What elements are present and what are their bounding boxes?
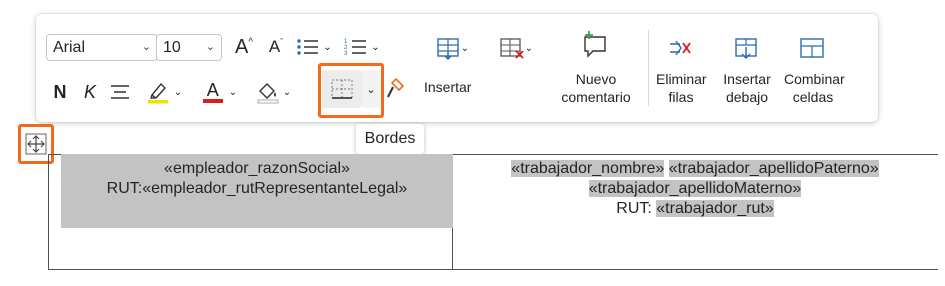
grow-font-button[interactable]: A ^ xyxy=(232,34,256,60)
insert-label[interactable]: Insertar xyxy=(424,78,480,96)
font-size-dropdown[interactable]: 10 ⌄ xyxy=(156,34,222,61)
italic-button[interactable]: K xyxy=(80,78,100,106)
numbering-button[interactable]: 1 2 3 ⌄ xyxy=(342,34,382,60)
worker-surname2-field: «trabajador_apellidoMaterno» xyxy=(588,180,802,197)
bold-icon: N xyxy=(53,81,67,102)
floating-toolbar: Arial ⌄ 10 ⌄ A ^ Aˇ ⌄ 1 2 3 ⌄ N K ⌄ A ⌄ … xyxy=(36,14,878,122)
document-table: «empleador_razonSocial» RUT:«empleador_r… xyxy=(48,154,938,274)
insert-below-line2: debajo xyxy=(725,89,769,105)
chevron-down-icon: ⌄ xyxy=(228,86,238,98)
insert-below-icon xyxy=(735,38,757,59)
align-center-icon xyxy=(111,85,129,99)
chevron-down-icon: ⌄ xyxy=(205,41,215,53)
borders-highlight-frame xyxy=(318,63,384,118)
insert-above-button[interactable]: ⌄ xyxy=(430,34,474,62)
merge-cells-label[interactable]: Combinar celdas xyxy=(784,70,845,106)
worker-name-field: «trabajador_nombre» xyxy=(511,160,665,177)
merge-cells-icon xyxy=(800,38,824,58)
bullets-button[interactable]: ⌄ xyxy=(294,34,334,60)
new-comment-icon-button[interactable] xyxy=(570,26,620,62)
numbered-list-icon: 1 2 3 xyxy=(344,39,367,57)
chevron-down-icon: ⌄ xyxy=(282,86,292,98)
chevron-down-icon: ⌄ xyxy=(371,41,380,53)
delete-rows-icon xyxy=(670,40,691,56)
format-painter-icon xyxy=(387,77,405,98)
shrink-font-button[interactable]: Aˇ xyxy=(264,34,288,60)
bullet-list-icon xyxy=(297,39,319,55)
employer-rut-field: «empleador_rutRepresentanteLegal» xyxy=(142,180,408,197)
shrink-font-icon: A xyxy=(268,37,281,56)
new-comment-icon xyxy=(584,31,606,58)
font-name-dropdown[interactable]: Arial ⌄ xyxy=(46,34,158,61)
highlighter-icon xyxy=(147,82,168,104)
worker-surname1-field: «trabajador_apellidoPaterno» xyxy=(668,160,879,177)
new-comment-line1: Nuevo xyxy=(575,71,617,87)
merge-cells-line2: celdas xyxy=(792,89,834,105)
delete-rows-line1: Eliminar xyxy=(656,71,707,87)
insert-below-line1: Insertar xyxy=(723,71,771,87)
font-color-icon: A xyxy=(202,81,223,103)
new-comment-line2: comentario xyxy=(561,89,631,105)
table-cell-worker[interactable]: «trabajador_nombre» «trabajador_apellido… xyxy=(454,154,936,228)
format-painter-button[interactable] xyxy=(382,76,408,102)
employer-name-field: «empleador_razonSocial» xyxy=(164,160,350,177)
italic-icon: K xyxy=(83,81,96,102)
font-color-button[interactable]: A ⌄ xyxy=(196,78,244,106)
delete-table-icon xyxy=(500,38,524,59)
table-bottom-border xyxy=(48,269,938,270)
table-cell-employer[interactable]: «empleador_razonSocial» RUT:«empleador_r… xyxy=(61,154,453,228)
shading-button[interactable]: ⌄ xyxy=(248,78,298,106)
move-arrows-icon xyxy=(25,133,47,155)
align-button[interactable] xyxy=(106,78,134,106)
bold-button[interactable]: N xyxy=(50,78,70,106)
svg-text:3: 3 xyxy=(344,51,348,57)
font-name-value: Arial xyxy=(53,39,86,56)
merge-cells-icon-button[interactable] xyxy=(792,34,832,62)
delete-table-button[interactable]: ⌄ xyxy=(494,34,538,62)
chevron-down-icon: ⌄ xyxy=(173,86,183,98)
delete-rows-line2: filas xyxy=(668,89,694,105)
grow-font-icon: A xyxy=(234,35,249,58)
merge-cells-line1: Combinar xyxy=(784,71,845,87)
chevron-down-icon: ⌄ xyxy=(524,42,534,54)
table-left-border xyxy=(48,154,49,270)
insert-below-label[interactable]: Insertar debajo xyxy=(720,70,774,106)
chevron-down-icon: ⌄ xyxy=(460,42,470,54)
chevron-down-icon: ⌄ xyxy=(323,41,332,53)
new-comment-label[interactable]: Nuevo comentario xyxy=(554,70,638,106)
insert-table-icon xyxy=(437,38,459,60)
delete-rows-icon-button[interactable] xyxy=(660,34,700,62)
worker-rut-label: RUT: xyxy=(616,200,657,217)
font-size-value: 10 xyxy=(163,39,181,56)
worker-rut-field: «trabajador_rut» xyxy=(656,200,774,217)
paint-bucket-icon xyxy=(257,83,279,104)
separator xyxy=(648,30,649,106)
chevron-down-icon: ⌄ xyxy=(141,41,151,53)
delete-rows-label[interactable]: Eliminar filas xyxy=(656,70,707,106)
borders-tooltip: Bordes xyxy=(356,124,424,154)
highlight-button[interactable]: ⌄ xyxy=(140,78,188,106)
insert-below-icon-button[interactable] xyxy=(726,34,766,62)
rut-label: RUT: xyxy=(106,180,143,197)
